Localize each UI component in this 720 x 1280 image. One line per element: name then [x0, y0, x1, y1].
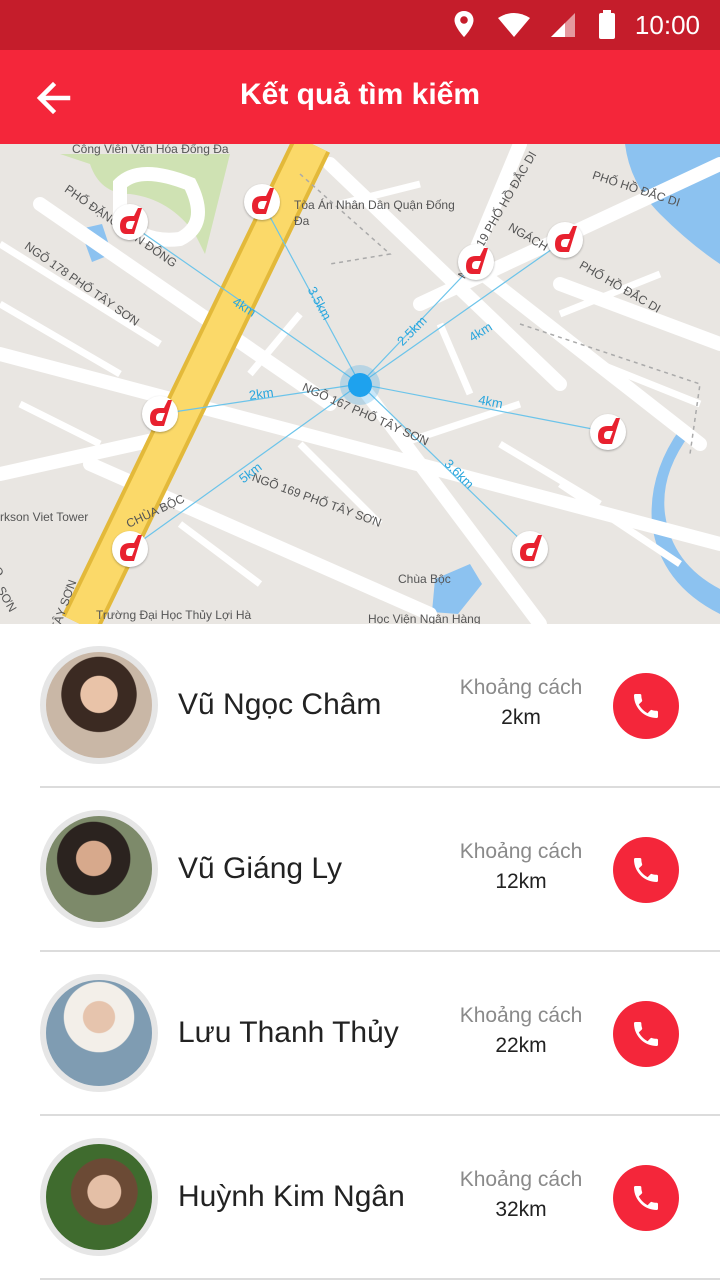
distance-info: Khoảng cách 12km — [450, 840, 592, 894]
user-pin[interactable] — [512, 531, 548, 567]
wifi-icon — [497, 12, 531, 43]
d-logo-pin-icon — [150, 400, 172, 426]
distance-info: Khoảng cách 32km — [450, 1168, 592, 1222]
d-logo-pin-icon — [120, 535, 142, 561]
d-logo-pin-icon — [555, 226, 577, 252]
call-button[interactable] — [613, 1165, 679, 1231]
avatar — [40, 810, 158, 928]
list-item[interactable]: Vũ Giáng Ly Khoảng cách 12km — [0, 788, 720, 952]
d-logo-pin-icon — [598, 418, 620, 444]
d-logo-pin-icon — [520, 535, 542, 561]
distance-value: 2km — [501, 706, 541, 729]
user-pin[interactable] — [458, 244, 494, 280]
avatar — [40, 974, 158, 1092]
avatar — [40, 646, 158, 764]
map-label: Học Viện Ngân Hàng — [368, 612, 481, 624]
map-label: Tòa Án Nhân Dân Quận Đống — [294, 198, 455, 212]
app-bar: Kết quả tìm kiếm — [0, 50, 720, 144]
result-list: Vũ Ngọc Châm Khoảng cách 2km Vũ Giáng Ly… — [0, 624, 720, 1280]
map-view[interactable]: Công Viên Văn Hóa Đống Đa PHỐ ĐẶNG TIẾN … — [0, 144, 720, 624]
battery-icon — [598, 10, 616, 45]
distance-caption: Khoảng cách — [459, 840, 583, 863]
user-pin[interactable] — [142, 396, 178, 432]
call-button[interactable] — [613, 1001, 679, 1067]
distance-info: Khoảng cách 22km — [450, 1004, 592, 1058]
phone-icon — [634, 694, 658, 718]
status-bar: 10:00 — [0, 0, 720, 50]
distance-value: 12km — [495, 870, 547, 893]
list-item[interactable]: Lưu Thanh Thủy Khoảng cách 22km — [0, 952, 720, 1116]
user-pin[interactable] — [547, 222, 583, 258]
user-pin[interactable] — [590, 414, 626, 450]
user-name: Vũ Giáng Ly — [178, 852, 342, 885]
list-item[interactable]: Huỳnh Kim Ngân Khoảng cách 32km — [0, 1116, 720, 1280]
page-title: Kết quả tìm kiếm — [239, 78, 481, 111]
status-time: 10:00 — [634, 10, 700, 40]
distance-value: 22km — [495, 1034, 547, 1057]
call-button[interactable] — [613, 837, 679, 903]
list-item[interactable]: Vũ Ngọc Châm Khoảng cách 2km — [0, 624, 720, 788]
user-name: Huỳnh Kim Ngân — [178, 1180, 405, 1213]
phone-icon — [634, 1022, 658, 1046]
avatar — [40, 1138, 158, 1256]
map-label: Trường Đại Học Thủy Lợi Hà — [96, 608, 252, 622]
user-pin[interactable] — [244, 184, 280, 220]
cell-signal-icon — [549, 12, 577, 43]
d-logo-pin-icon — [252, 188, 274, 214]
d-logo-pin-icon — [120, 208, 142, 234]
map-label: rkson Viet Tower — [0, 510, 89, 524]
call-button[interactable] — [613, 673, 679, 739]
phone-icon — [634, 858, 658, 882]
user-name: Lưu Thanh Thủy — [178, 1016, 399, 1049]
distance-info: Khoảng cách 2km — [450, 676, 592, 730]
location-icon — [453, 10, 475, 43]
distance-value: 32km — [495, 1198, 547, 1221]
map-label: Chùa Bộc — [398, 572, 451, 586]
distance-caption: Khoảng cách — [459, 676, 583, 699]
d-logo-pin-icon — [466, 248, 488, 274]
my-location-dot-icon — [340, 365, 380, 405]
map-label: Công Viên Văn Hóa Đống Đa — [72, 144, 229, 156]
map-label: Đa — [294, 214, 310, 228]
phone-icon — [634, 1186, 658, 1210]
distance-caption: Khoảng cách — [459, 1168, 583, 1191]
distance-caption: Khoảng cách — [459, 1004, 583, 1027]
user-pin[interactable] — [112, 531, 148, 567]
user-pin[interactable] — [112, 204, 148, 240]
user-name: Vũ Ngọc Châm — [178, 688, 382, 721]
